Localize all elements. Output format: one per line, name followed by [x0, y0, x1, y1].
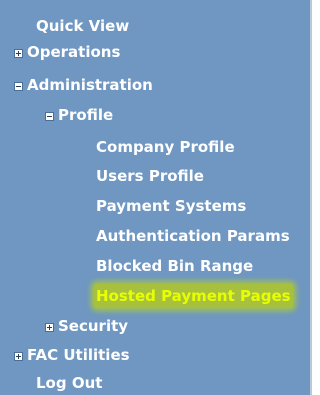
- menu-item-label: Profile: [58, 106, 114, 124]
- menu-item-label: Quick View: [36, 17, 130, 35]
- menu-item-label-highlighted: Hosted Payment Pages: [94, 284, 293, 308]
- menu-item-label: Security: [58, 317, 129, 335]
- navigation-menu: Quick View Operations Administration Pro…: [0, 0, 312, 395]
- menu-item-label: Administration: [27, 76, 153, 94]
- menu-item-label: FAC Utilities: [27, 346, 130, 364]
- expand-plus-icon[interactable]: [45, 323, 54, 332]
- menu-item-label: Payment Systems: [96, 197, 247, 215]
- menu-item-label: Authentication Params: [96, 227, 290, 245]
- menu-item-label: Log Out: [36, 374, 103, 392]
- expand-plus-icon[interactable]: [14, 49, 23, 58]
- expand-plus-icon[interactable]: [14, 352, 23, 361]
- collapse-minus-icon[interactable]: [14, 82, 23, 91]
- collapse-minus-icon[interactable]: [45, 112, 54, 121]
- menu-item-label: Company Profile: [96, 138, 235, 156]
- menu-item-label: Blocked Bin Range: [96, 257, 254, 275]
- menu-item-label: Users Profile: [96, 167, 204, 185]
- menu-item-label: Operations: [27, 43, 121, 61]
